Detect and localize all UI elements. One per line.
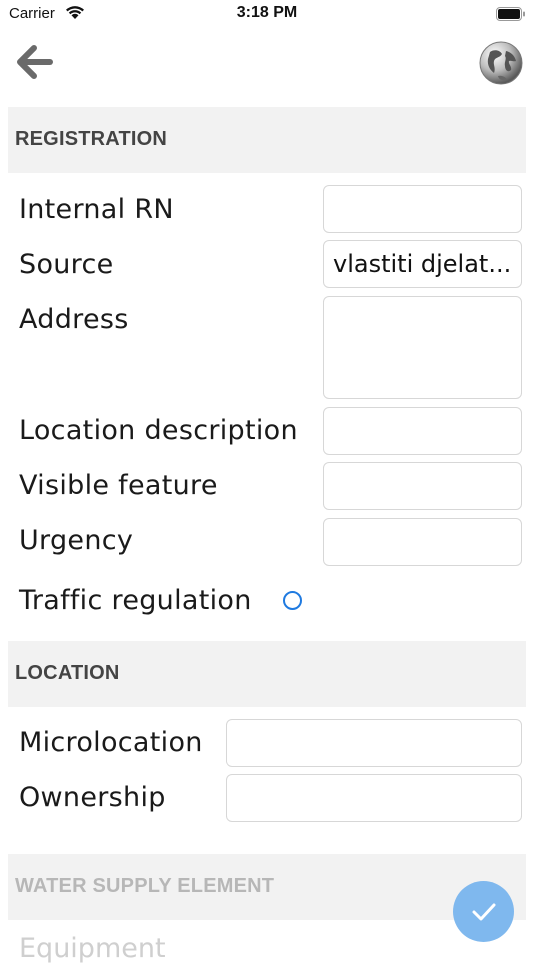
- back-button[interactable]: [12, 42, 54, 82]
- internal-rn-label: Internal RN: [19, 194, 174, 225]
- clock: 3:18 PM: [236, 4, 298, 21]
- arrow-left-icon: [17, 45, 53, 79]
- microlocation-input[interactable]: [226, 719, 522, 767]
- address-textarea[interactable]: [323, 296, 522, 399]
- location-description-label: Location description: [19, 415, 298, 446]
- section-header-water-supply: WATER SUPPLY ELEMENT: [8, 854, 526, 920]
- language-button[interactable]: [478, 40, 524, 86]
- location-description-input[interactable]: [323, 407, 522, 455]
- address-label: Address: [19, 304, 129, 335]
- equipment-label: Equipment: [19, 933, 166, 964]
- status-bar: Carrier 3:18 PM: [0, 0, 534, 28]
- urgency-input[interactable]: [323, 518, 522, 566]
- internal-rn-input[interactable]: [323, 185, 522, 233]
- microlocation-label: Microlocation: [19, 727, 203, 758]
- battery-icon: [496, 6, 526, 25]
- checkmark-icon: [472, 903, 495, 920]
- globe-icon: [479, 41, 523, 85]
- visible-feature-label: Visible feature: [19, 470, 218, 501]
- section-title-registration: REGISTRATION: [15, 128, 168, 150]
- source-label: Source: [19, 249, 114, 280]
- traffic-regulation-radio[interactable]: [283, 591, 302, 610]
- section-header-registration: REGISTRATION: [8, 107, 526, 173]
- source-input[interactable]: vlastiti djelat...: [323, 240, 522, 288]
- urgency-label: Urgency: [19, 525, 134, 556]
- ownership-label: Ownership: [19, 782, 166, 813]
- section-title-location: LOCATION: [15, 662, 120, 684]
- traffic-regulation-label: Traffic regulation: [19, 585, 252, 616]
- visible-feature-input[interactable]: [323, 462, 522, 510]
- section-header-location: LOCATION: [8, 641, 526, 707]
- ownership-input[interactable]: [226, 774, 522, 822]
- confirm-button[interactable]: [453, 881, 514, 942]
- section-title-water-supply: WATER SUPPLY ELEMENT: [15, 875, 275, 897]
